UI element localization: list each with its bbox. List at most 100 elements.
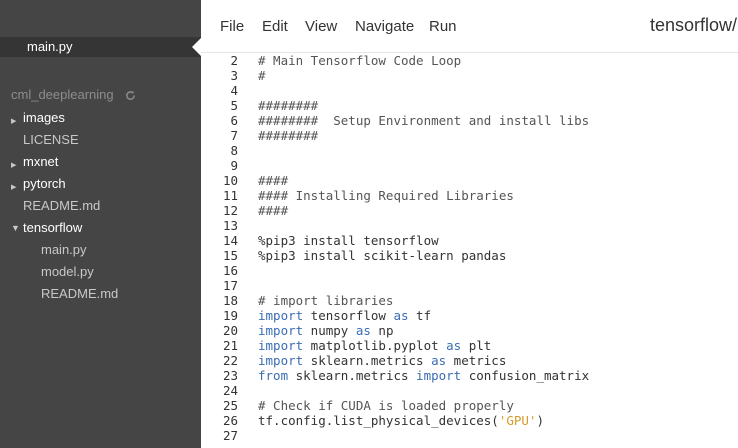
line-number: 10 — [222, 173, 238, 188]
tree-folder[interactable]: ▶ mxnet — [11, 154, 59, 170]
code-line[interactable]: 4 — [201, 83, 738, 98]
menu-file[interactable]: File — [220, 18, 244, 35]
code-line[interactable]: 23 from sklearn.metrics import confusion_… — [201, 368, 738, 383]
code-text: # — [258, 68, 266, 83]
code-line[interactable]: 13 — [201, 218, 738, 233]
line-number: 12 — [222, 203, 238, 218]
open-file-tab[interactable]: main.py — [0, 37, 201, 57]
code-text: %pip3 install tensorflow — [258, 233, 439, 248]
file-sidebar: main.py cml_deeplearning ▶ images LICENSE ▶… — [0, 0, 201, 448]
caret-down-icon[interactable]: ▼ — [11, 220, 20, 236]
code-line[interactable]: 9 — [201, 158, 738, 173]
open-file-label: main.py — [27, 39, 73, 54]
project-name: cml_deeplearning — [11, 87, 114, 102]
tree-file[interactable]: README.md — [41, 286, 118, 302]
line-number: 6 — [230, 113, 238, 128]
code-token: #### — [258, 203, 289, 218]
code-token: # Check if CUDA is loaded properly — [258, 398, 514, 413]
code-line[interactable]: 19 import tensorflow as tf — [201, 308, 738, 323]
line-number: 14 — [222, 233, 238, 248]
line-number: 21 — [222, 338, 238, 353]
code-token: # — [258, 68, 266, 83]
code-text: #### — [258, 173, 288, 188]
line-number: 27 — [222, 428, 238, 443]
code-line[interactable]: 16 — [201, 263, 738, 278]
menu-view[interactable]: View — [305, 18, 337, 35]
code-text: ######## — [258, 128, 318, 143]
line-number: 23 — [222, 368, 238, 383]
caret-right-icon[interactable]: ▶ — [11, 114, 16, 130]
menu-run[interactable]: Run — [429, 18, 457, 35]
line-number: 22 — [222, 353, 238, 368]
code-token: plt — [461, 338, 492, 353]
line-number: 2 — [230, 53, 238, 68]
tree-item-label: model.py — [41, 264, 94, 279]
tree-folder[interactable]: ▶ pytorch — [11, 176, 66, 192]
tree-item-label: images — [23, 110, 65, 125]
code-token: #### Installing Required Libraries — [258, 188, 514, 203]
code-line[interactable]: 10 #### — [201, 173, 738, 188]
menu-navigate[interactable]: Navigate — [355, 18, 414, 35]
caret-right-icon[interactable]: ▶ — [11, 180, 16, 196]
line-number: 7 — [230, 128, 238, 143]
project-header[interactable]: cml_deeplearning — [11, 87, 136, 104]
code-token: as — [446, 338, 462, 353]
menu-bar: File Edit View Navigate Run tensorflow/ — [201, 0, 738, 53]
code-editor[interactable]: 2 # Main Tensorflow Code Loop 3 #4 5 ########… — [201, 53, 738, 448]
code-text: # Main Tensorflow Code Loop — [258, 53, 461, 68]
code-token: import — [258, 353, 304, 368]
line-number: 20 — [222, 323, 238, 338]
code-line[interactable]: 3 # — [201, 68, 738, 83]
code-text: import matplotlib.pyplot as plt — [258, 338, 491, 353]
code-token: import — [258, 338, 304, 353]
code-line[interactable]: 27 — [201, 428, 738, 443]
code-line[interactable]: 8 — [201, 143, 738, 158]
code-line[interactable]: 22 import sklearn.metrics as metrics — [201, 353, 738, 368]
code-line[interactable]: 25 # Check if CUDA is loaded properly — [201, 398, 738, 413]
code-line[interactable]: 11 #### Installing Required Libraries — [201, 188, 738, 203]
code-line[interactable]: 12 #### — [201, 203, 738, 218]
code-token: np — [370, 323, 394, 338]
code-line[interactable]: 24 — [201, 383, 738, 398]
tree-folder[interactable]: ▶ images — [11, 110, 65, 126]
code-line[interactable]: 15 %pip3 install scikit-learn pandas — [201, 248, 738, 263]
tree-folder[interactable]: ▼ tensorflow — [11, 220, 83, 236]
tree-item-label: tensorflow — [23, 220, 83, 235]
line-number: 19 — [222, 308, 238, 323]
code-line[interactable]: 17 — [201, 278, 738, 293]
tree-item-label: README.md — [23, 198, 101, 213]
tree-file[interactable]: README.md — [23, 198, 100, 214]
tree-file[interactable]: LICENSE — [23, 132, 79, 148]
line-number: 24 — [222, 383, 238, 398]
code-line[interactable]: 20 import numpy as np — [201, 323, 738, 338]
code-line[interactable]: 2 # Main Tensorflow Code Loop — [201, 53, 738, 68]
refresh-icon[interactable] — [125, 89, 136, 104]
line-number: 3 — [230, 68, 238, 83]
code-line[interactable]: 18 # import libraries — [201, 293, 738, 308]
code-token: sklearn.metrics — [303, 353, 432, 368]
code-line[interactable]: 6 ######## Setup Environment and install … — [201, 113, 738, 128]
code-text: ######## — [258, 98, 318, 113]
code-line[interactable]: 14 %pip3 install tensorflow — [201, 233, 738, 248]
code-line[interactable]: 21 import matplotlib.pyplot as plt — [201, 338, 738, 353]
tree-file[interactable]: model.py — [41, 264, 94, 280]
code-line[interactable]: 7 ######## — [201, 128, 738, 143]
code-token: %pip3 install tensorflow — [258, 233, 439, 248]
code-token: import — [258, 323, 304, 338]
code-token: ######## Setup Environment and install l… — [258, 113, 590, 128]
line-number: 17 — [222, 278, 238, 293]
tree-file[interactable]: main.py — [41, 242, 87, 258]
line-number: 4 — [230, 83, 238, 98]
tree-item-label: mxnet — [23, 154, 59, 169]
line-number: 5 — [230, 98, 238, 113]
code-text: import tensorflow as tf — [258, 308, 431, 323]
code-line[interactable]: 26 tf.config.list_physical_devices('GPU') — [201, 413, 738, 428]
tree-item-label: main.py — [41, 242, 87, 257]
line-number: 8 — [230, 143, 238, 158]
code-token: ######## — [258, 128, 319, 143]
code-line[interactable]: 5 ######## — [201, 98, 738, 113]
code-token: as — [431, 353, 447, 368]
menu-edit[interactable]: Edit — [262, 18, 288, 35]
caret-right-icon[interactable]: ▶ — [11, 158, 16, 174]
code-token: # import libraries — [258, 293, 394, 308]
